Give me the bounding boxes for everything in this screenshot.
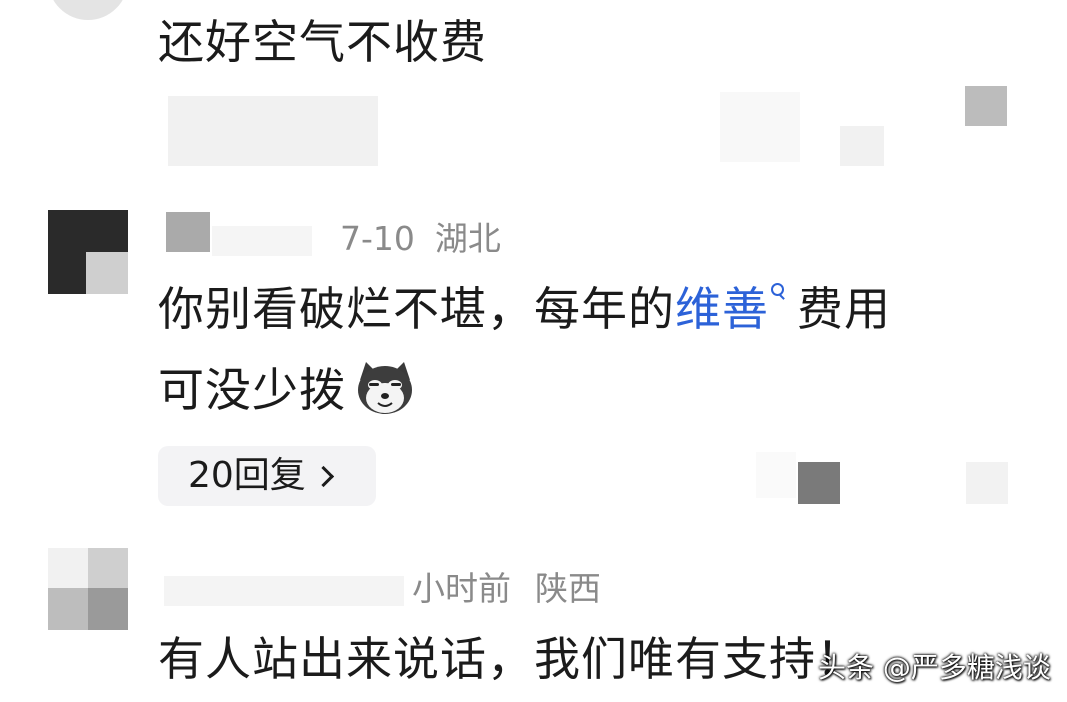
comment-text-part: 可没少拨: [158, 363, 346, 417]
commenter-avatar[interactable]: [48, 0, 128, 20]
chevron-right-icon: [312, 465, 334, 487]
commenter-avatar[interactable]: [48, 210, 128, 294]
comment-meta: 7-10 湖北: [340, 218, 501, 260]
pixelated-region: [965, 86, 1007, 126]
blurred-reply-area: [168, 96, 378, 166]
comment-text: 有人站出来说话，我们唯有支持！: [158, 632, 863, 686]
watermark: 头条 @严多糖浅谈: [818, 651, 1051, 684]
pixelated-region: [840, 126, 884, 166]
search-icon[interactable]: [771, 283, 787, 303]
replies-count-label: 20回复: [188, 455, 306, 496]
pixelated-like-icon[interactable]: [798, 462, 840, 504]
commenter-name-blurred: [212, 226, 312, 256]
blurred-region: [720, 92, 800, 162]
pixelated-region: [966, 462, 1008, 504]
comment-text-part: 你别看破烂不堪，每年的: [158, 282, 675, 336]
blurred-region: [756, 452, 796, 498]
view-replies-button[interactable]: 20回复: [158, 446, 376, 506]
comment-text: 还好空气不收费: [158, 15, 487, 69]
search-keyword-link[interactable]: 维善: [675, 282, 769, 336]
commenter-name-blurred[interactable]: [164, 576, 404, 606]
comment-region: 湖北: [434, 219, 501, 258]
comment-region: 陕西: [535, 569, 601, 608]
comment-text-line2: 可没少拨: [158, 358, 418, 419]
comment-meta: 小时前 陕西: [412, 568, 601, 610]
comment-text-part: 费用: [797, 282, 891, 336]
commenter-avatar[interactable]: [48, 548, 128, 630]
dog-face-emoji: [352, 358, 418, 416]
comment-text: 你别看破烂不堪，每年的维善 费用: [158, 280, 891, 338]
comment-time: 小时前: [412, 569, 511, 608]
pixelated-region: [86, 252, 128, 294]
comment-date: 7-10: [340, 219, 415, 258]
commenter-name-pixelated[interactable]: [166, 212, 210, 252]
